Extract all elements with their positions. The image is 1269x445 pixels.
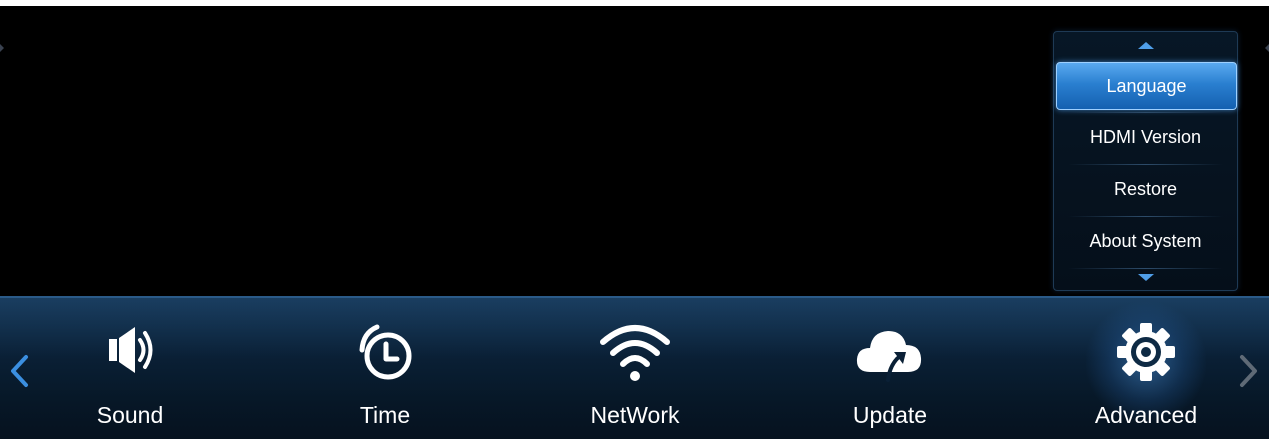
submenu-item-label: About System	[1089, 231, 1202, 251]
gear-icon	[1056, 320, 1236, 388]
divider	[1068, 268, 1223, 269]
tab-advanced[interactable]: Advanced	[1056, 298, 1236, 439]
submenu-item-about-system[interactable]: About System	[1058, 217, 1233, 265]
submenu-item-label: HDMI Version	[1089, 127, 1202, 147]
triangle-up-icon[interactable]	[1138, 42, 1154, 49]
submenu-item-language[interactable]: Language	[1056, 62, 1237, 110]
cloud-upload-icon	[800, 320, 980, 388]
tab-update[interactable]: Update	[800, 298, 980, 439]
tv-screen: Language HDMI Version Restore About Syst…	[0, 6, 1269, 439]
left-edge-marker	[0, 44, 4, 52]
triangle-down-icon[interactable]	[1138, 274, 1154, 281]
right-edge-marker	[1265, 44, 1269, 52]
tab-label: Advanced	[1094, 402, 1198, 428]
speaker-icon	[40, 320, 220, 388]
submenu-item-label: Language	[1106, 76, 1187, 96]
wifi-icon	[545, 320, 725, 388]
clock-icon	[295, 320, 475, 388]
tab-label: NetWork	[590, 402, 680, 428]
tab-network[interactable]: NetWork	[545, 298, 725, 439]
submenu-item-hdmi-version[interactable]: HDMI Version	[1058, 113, 1233, 161]
tab-label: Time	[359, 402, 411, 428]
settings-bar: Sound Time NetWork Update Advanced	[0, 296, 1269, 439]
advanced-submenu: Language HDMI Version Restore About Syst…	[1053, 31, 1238, 291]
submenu-item-restore[interactable]: Restore	[1058, 165, 1233, 213]
tab-time[interactable]: Time	[295, 298, 475, 439]
chevron-right-icon[interactable]	[1238, 354, 1260, 388]
tab-label: Update	[852, 402, 928, 428]
chevron-left-icon[interactable]	[8, 354, 30, 388]
submenu-item-label: Restore	[1113, 179, 1178, 199]
tab-label: Sound	[96, 402, 164, 428]
tab-sound[interactable]: Sound	[40, 298, 220, 439]
